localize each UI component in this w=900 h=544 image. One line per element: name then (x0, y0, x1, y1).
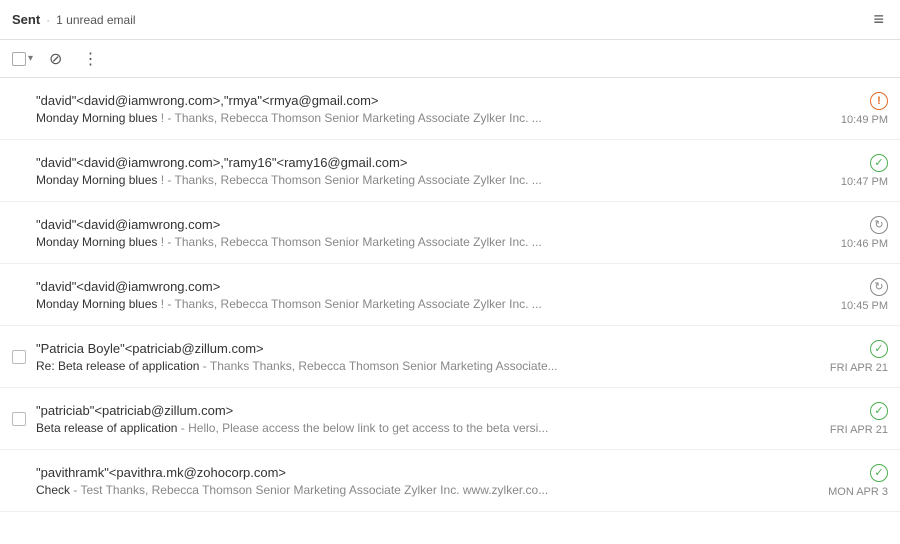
email-recipients: "pavithramk"<pavithra.mk@zohocorp.com> (36, 465, 798, 480)
dot-separator: · (46, 13, 50, 27)
email-meta: ↻ 10:45 PM (808, 278, 888, 312)
status-icon: ✓ (870, 464, 888, 482)
email-meta: ✓ FRI APR 21 (808, 340, 888, 374)
email-preview-text: ! - Thanks, Rebecca Thomson Senior Marke… (157, 235, 541, 249)
email-checkbox[interactable] (12, 412, 26, 426)
email-time: FRI APR 21 (830, 362, 888, 374)
email-recipients: "david"<david@iamwrong.com> (36, 217, 798, 232)
email-content: "david"<david@iamwrong.com>,"rmya"<rmya@… (36, 93, 798, 125)
email-recipients: "patriciab"<patriciab@zillum.com> (36, 403, 798, 418)
email-row[interactable]: "david"<david@iamwrong.com> Monday Mornin… (0, 202, 900, 264)
email-preview-text: - Hello, Please access the below link to… (177, 421, 548, 435)
status-icon: ✓ (870, 402, 888, 420)
unread-count: 1 unread email (56, 13, 135, 27)
email-preview-text: - Thanks Thanks, Rebecca Thomson Senior … (199, 359, 557, 373)
email-meta: ✓ 10:47 PM (808, 154, 888, 188)
status-icon: ✓ (870, 340, 888, 358)
email-recipients: "Patricia Boyle"<patriciab@zillum.com> (36, 341, 798, 356)
status-icon: ✓ (870, 154, 888, 172)
email-preview: Monday Morning blues ! - Thanks, Rebecca… (36, 235, 798, 249)
chevron-down-icon[interactable]: ▾ (28, 53, 33, 64)
email-subject: Check (36, 483, 70, 497)
filter-icon[interactable]: ⊘ (45, 47, 66, 71)
header-right: ≡ (869, 5, 888, 34)
email-content: "Patricia Boyle"<patriciab@zillum.com> Re… (36, 341, 798, 373)
email-time: 10:47 PM (841, 176, 888, 188)
email-time: MON APR 3 (828, 486, 888, 498)
email-checkbox[interactable] (12, 350, 26, 364)
email-list: "david"<david@iamwrong.com>,"rmya"<rmya@… (0, 78, 900, 512)
email-row[interactable]: "Patricia Boyle"<patriciab@zillum.com> Re… (0, 326, 900, 388)
email-recipients: "david"<david@iamwrong.com>,"rmya"<rmya@… (36, 93, 798, 108)
email-row[interactable]: "david"<david@iamwrong.com>,"ramy16"<ram… (0, 140, 900, 202)
email-preview: Monday Morning blues ! - Thanks, Rebecca… (36, 297, 798, 311)
email-subject: Monday Morning blues (36, 173, 157, 187)
email-row[interactable]: "pavithramk"<pavithra.mk@zohocorp.com> Ch… (0, 450, 900, 512)
email-row[interactable]: "patriciab"<patriciab@zillum.com> Beta re… (0, 388, 900, 450)
status-icon: ! (870, 92, 888, 110)
email-preview-text: ! - Thanks, Rebecca Thomson Senior Marke… (157, 297, 541, 311)
email-content: "david"<david@iamwrong.com> Monday Mornin… (36, 279, 798, 311)
email-meta: ✓ MON APR 3 (808, 464, 888, 498)
folder-label: Sent (12, 12, 40, 27)
email-preview: Monday Morning blues ! - Thanks, Rebecca… (36, 111, 798, 125)
email-row[interactable]: "david"<david@iamwrong.com> Monday Mornin… (0, 264, 900, 326)
select-all-checkbox[interactable]: ▾ (12, 52, 33, 66)
more-options-icon[interactable]: ⋮ (78, 47, 102, 71)
email-content: "david"<david@iamwrong.com> Monday Mornin… (36, 217, 798, 249)
email-meta: ! 10:49 PM (808, 92, 888, 126)
email-row[interactable]: "david"<david@iamwrong.com>,"rmya"<rmya@… (0, 78, 900, 140)
email-content: "pavithramk"<pavithra.mk@zohocorp.com> Ch… (36, 465, 798, 497)
email-time: 10:46 PM (841, 238, 888, 250)
status-icon: ↻ (870, 278, 888, 296)
email-preview-text: ! - Thanks, Rebecca Thomson Senior Marke… (157, 111, 541, 125)
email-meta: ↻ 10:46 PM (808, 216, 888, 250)
toolbar: ▾ ⊘ ⋮ (0, 40, 900, 78)
email-preview-text: ! - Thanks, Rebecca Thomson Senior Marke… (157, 173, 541, 187)
email-time: FRI APR 21 (830, 424, 888, 436)
status-icon: ↻ (870, 216, 888, 234)
email-subject: Monday Morning blues (36, 111, 157, 125)
email-content: "david"<david@iamwrong.com>,"ramy16"<ram… (36, 155, 798, 187)
header-left: Sent · 1 unread email (12, 12, 869, 27)
email-subject: Re: Beta release of application (36, 359, 199, 373)
email-preview: Check - Test Thanks, Rebecca Thomson Sen… (36, 483, 798, 497)
email-subject: Monday Morning blues (36, 235, 157, 249)
email-preview-text: - Test Thanks, Rebecca Thomson Senior Ma… (70, 483, 548, 497)
checkbox-box[interactable] (12, 52, 26, 66)
email-preview: Monday Morning blues ! - Thanks, Rebecca… (36, 173, 798, 187)
email-time: 10:45 PM (841, 300, 888, 312)
email-meta: ✓ FRI APR 21 (808, 402, 888, 436)
email-recipients: "david"<david@iamwrong.com> (36, 279, 798, 294)
email-subject: Monday Morning blues (36, 297, 157, 311)
email-recipients: "david"<david@iamwrong.com>,"ramy16"<ram… (36, 155, 798, 170)
header-bar: Sent · 1 unread email ≡ (0, 0, 900, 40)
email-preview: Re: Beta release of application - Thanks… (36, 359, 798, 373)
email-subject: Beta release of application (36, 421, 177, 435)
email-time: 10:49 PM (841, 114, 888, 126)
email-preview: Beta release of application - Hello, Ple… (36, 421, 798, 435)
email-content: "patriciab"<patriciab@zillum.com> Beta re… (36, 403, 798, 435)
hamburger-icon[interactable]: ≡ (869, 5, 888, 34)
